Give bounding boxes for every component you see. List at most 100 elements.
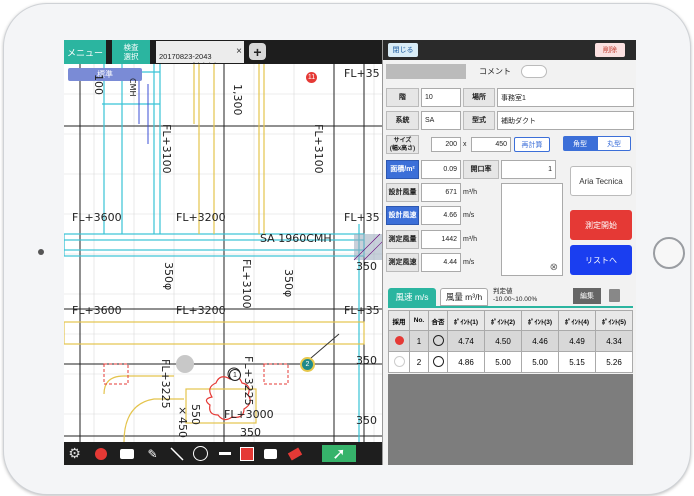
size-label: サイズ (幅x高さ) xyxy=(386,135,419,154)
label-350-bottom: 350 xyxy=(240,426,261,439)
pass-circle-icon xyxy=(428,330,448,352)
design-flow-unit: m³/h xyxy=(463,189,477,196)
header-point-3: ﾎﾟｲﾝﾄ(3) xyxy=(521,310,559,331)
dimension-icon[interactable] xyxy=(216,445,233,462)
comment-value-field[interactable] xyxy=(386,64,466,79)
teal-marker[interactable]: 2 xyxy=(300,357,315,372)
label-fl35-bottom: FL+35 xyxy=(344,304,380,317)
circle-marker: 1 xyxy=(229,369,241,381)
device-name: Aria Tecnica xyxy=(570,166,632,196)
edit-button[interactable]: 編集 xyxy=(573,288,601,304)
label-fl3225-a: FL+3225 xyxy=(159,359,172,409)
eraser-icon[interactable] xyxy=(286,445,303,462)
tab-air-flow[interactable]: 風量 m³/h xyxy=(440,288,488,306)
gray-fixture xyxy=(176,355,194,373)
design-flow-field[interactable]: 671 xyxy=(421,183,461,202)
bottom-toolbar: ⚙ ✎ ➚ xyxy=(64,442,384,465)
row-no: 1 xyxy=(409,330,429,352)
pencil-icon[interactable]: ✎ xyxy=(144,445,161,462)
point-value: 5.26 xyxy=(595,351,633,373)
recalc-button[interactable]: 再計算 xyxy=(514,137,550,152)
camera-icon[interactable] xyxy=(262,445,279,462)
menu-button[interactable]: メニュー xyxy=(64,40,106,64)
type-field[interactable]: 補助ダクト xyxy=(497,111,634,130)
measured-flow-label: 測定風量 xyxy=(386,230,419,249)
measured-flow-field: 1442 xyxy=(421,230,461,249)
cad-drawing[interactable]: 標準 11 2 1 FL+35 FL+3100 FL+3100 1,300 10… xyxy=(64,64,384,442)
memo-area[interactable]: ⊗ xyxy=(501,183,563,276)
round-shape-button[interactable]: 丸型 xyxy=(597,136,631,151)
pass-circle-icon xyxy=(428,351,448,373)
design-flow-label: 設計風量 xyxy=(386,183,419,202)
height-field[interactable]: 450 xyxy=(471,137,511,152)
floor-field[interactable]: 10 xyxy=(421,88,461,107)
label-fl3225-b: FL+3225 xyxy=(242,356,255,406)
add-tab-button[interactable]: + xyxy=(249,43,266,60)
app-screen: メニュー 検査 選択 20170823-2043 40.tte0...af (2… xyxy=(64,40,636,465)
inspection-select-button[interactable]: 検査 選択 xyxy=(112,40,150,64)
line-icon[interactable] xyxy=(168,445,185,462)
select-pointer-icon[interactable]: ➚ xyxy=(322,445,356,463)
label-350-edge3: 350 xyxy=(356,414,377,427)
size-x: x xyxy=(463,141,467,148)
judgement-range: 判定値 -10.00~10.00% xyxy=(493,288,538,303)
area-field: 0.09 xyxy=(421,160,461,179)
square-shape-button[interactable]: 角型 xyxy=(563,136,597,151)
comment-icon[interactable] xyxy=(118,445,135,462)
comment-toggle[interactable] xyxy=(521,65,547,78)
label-550x450: 550 ×450 xyxy=(176,404,202,438)
tab-air-speed[interactable]: 風速 m/s xyxy=(388,288,436,306)
point-value: 4.86 xyxy=(447,351,485,373)
system-field[interactable]: SA xyxy=(421,111,461,130)
point-value: 4.74 xyxy=(447,330,485,352)
label-fl3600-top: FL+3600 xyxy=(72,211,122,224)
label-100: 100 xyxy=(92,74,105,95)
hatch-block xyxy=(354,234,384,260)
panel-header: 閉じる 削除 xyxy=(383,40,636,60)
empty-rows-area xyxy=(388,374,633,465)
text-icon[interactable] xyxy=(192,445,209,462)
drawing-tab[interactable]: 20170823-2043 40.tte0...af (2) (1) × xyxy=(156,41,244,70)
table-row[interactable]: 1 4.74 4.50 4.46 4.49 4.34 xyxy=(388,330,633,352)
clear-icon[interactable]: ⊗ xyxy=(550,262,558,273)
width-field[interactable]: 200 xyxy=(431,137,461,152)
measurement-table: 採用 No. 合否 ﾎﾟｲﾝﾄ(1) ﾎﾟｲﾝﾄ(2) ﾎﾟｲﾝﾄ(3) ﾎﾟｲ… xyxy=(388,310,633,373)
label-fl3100-right: FL+3100 xyxy=(312,124,325,174)
close-panel-button[interactable]: 閉じる xyxy=(388,43,418,57)
delete-button[interactable]: 削除 xyxy=(595,43,625,57)
label-350-edge1: 350 xyxy=(356,260,377,273)
point-value: 4.49 xyxy=(558,330,596,352)
comment-label: コメント xyxy=(479,67,511,76)
place-field[interactable]: 事務室1 xyxy=(497,88,634,107)
start-measurement-button[interactable]: 測定開始 xyxy=(570,210,632,240)
close-tab-icon[interactable]: × xyxy=(236,47,242,57)
opening-field[interactable]: 1 xyxy=(501,160,556,179)
system-label: 系統 xyxy=(386,111,419,130)
point-value: 5.15 xyxy=(558,351,596,373)
measured-speed-field: 4.44 xyxy=(421,253,461,272)
label-fl3100-left: FL+3100 xyxy=(160,124,173,174)
header-point-1: ﾎﾟｲﾝﾄ(1) xyxy=(447,310,485,331)
header-point-5: ﾎﾟｲﾝﾄ(5) xyxy=(595,310,633,331)
label-fl35-mid: FL+35 xyxy=(344,211,380,224)
trash-icon[interactable] xyxy=(609,287,623,304)
adopted-check-icon[interactable] xyxy=(388,351,410,373)
label-fl35-top: FL+35 xyxy=(344,67,380,80)
measured-speed-label: 測定風速 xyxy=(386,253,419,272)
adopted-check-icon[interactable] xyxy=(388,330,410,352)
header-no: No. xyxy=(409,310,429,331)
design-speed-label: 設計風速 xyxy=(386,206,419,225)
header-point-2: ﾎﾟｲﾝﾄ(2) xyxy=(484,310,522,331)
label-fl3200-bottom: FL+3200 xyxy=(176,304,226,317)
rectangle-icon[interactable] xyxy=(238,445,255,462)
measured-speed-unit: m/s xyxy=(463,259,475,266)
label-350-left: 350φ xyxy=(162,262,175,291)
table-row[interactable]: 2 4.86 5.00 5.00 5.15 5.26 xyxy=(388,351,633,373)
gear-icon[interactable]: ⚙ xyxy=(66,445,83,462)
home-button[interactable] xyxy=(653,237,685,269)
point-value: 4.46 xyxy=(521,330,559,352)
red-marker[interactable]: 11 xyxy=(306,72,317,83)
record-icon[interactable] xyxy=(92,445,109,462)
label-fl3100-mid: FL+3100 xyxy=(240,259,253,309)
to-list-button[interactable]: リストへ xyxy=(570,245,632,275)
